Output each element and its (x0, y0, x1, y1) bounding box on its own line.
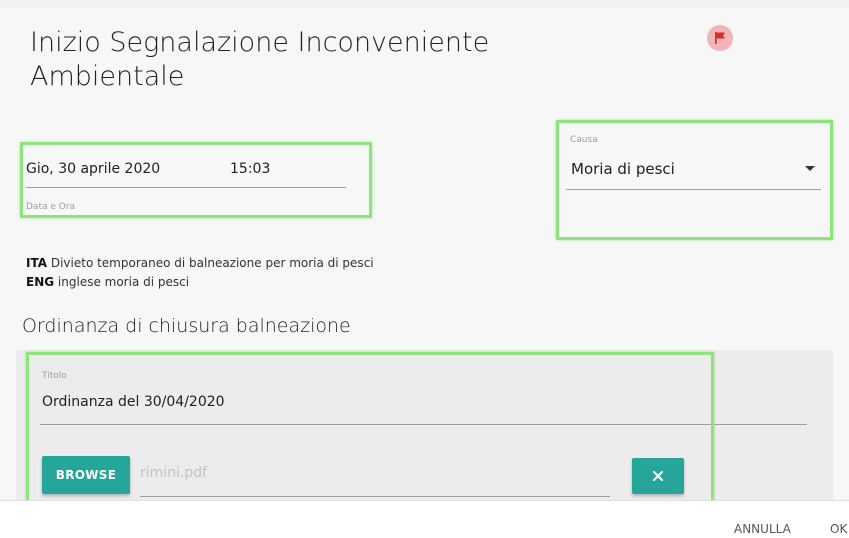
browse-button[interactable]: BROWSE (42, 456, 130, 494)
lang-code: ENG (26, 275, 55, 289)
description-text: inglese moria di pesci (57, 275, 190, 289)
ordinance-panel (16, 350, 833, 500)
ordinance-title-label: Titolo (42, 371, 67, 381)
description-text: Divieto temporaneo di balneazione per mo… (50, 256, 374, 270)
ok-button[interactable]: OK (830, 522, 847, 536)
file-name-underline (140, 496, 610, 497)
cause-underline (566, 189, 821, 190)
description-ita: ITA Divieto temporaneo di balneazione pe… (26, 256, 374, 270)
ordinance-title-underline (40, 424, 807, 425)
time-value[interactable]: 15:03 (230, 161, 270, 177)
ordinance-title-input[interactable]: Ordinanza del 30/04/2020 (42, 394, 225, 410)
cause-label: Causa (570, 135, 598, 145)
file-name-field[interactable]: rimini.pdf (140, 465, 207, 481)
top-strip (0, 0, 849, 8)
flag-icon (715, 32, 725, 44)
flag-button[interactable] (707, 25, 733, 51)
cancel-button[interactable]: ANNULLA (734, 522, 791, 536)
datetime-label: Data e Ora (26, 202, 76, 212)
dialog-title: Inizio Segnalazione Inconveniente Ambien… (30, 27, 490, 92)
datetime-underline (26, 187, 346, 188)
clear-file-button[interactable] (632, 458, 684, 494)
lang-code: ITA (26, 256, 48, 270)
dialog-footer (0, 500, 849, 538)
chevron-down-icon[interactable] (805, 166, 815, 171)
ordinance-section-title: Ordinanza di chiusura balneazione (22, 315, 351, 337)
close-icon (653, 471, 663, 481)
cause-value[interactable]: Moria di pesci (571, 160, 675, 178)
description-eng: ENG inglese moria di pesci (26, 275, 189, 289)
date-value[interactable]: Gio, 30 aprile 2020 (26, 161, 160, 177)
